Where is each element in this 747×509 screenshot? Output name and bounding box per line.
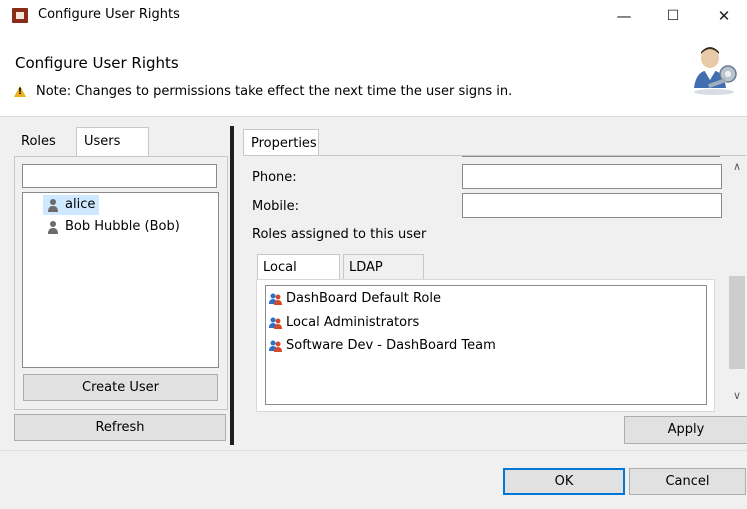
list-item-user-bob[interactable]: Bob Hubble (Bob) (43, 217, 184, 237)
list-item-role[interactable]: Software Dev - DashBoard Team (268, 336, 496, 356)
create-user-button[interactable]: Create User (23, 374, 218, 401)
window-title: Configure User Rights (38, 7, 180, 22)
app-icon (12, 8, 28, 23)
roles-assigned-label: Roles assigned to this user (252, 227, 427, 242)
role-label: Local Administrators (286, 315, 420, 330)
panel-splitter[interactable] (230, 126, 234, 445)
mobile-field[interactable] (462, 193, 722, 218)
user-key-icon (694, 47, 737, 95)
user-icon (48, 199, 58, 212)
warning-icon (14, 86, 26, 97)
dialog-header (0, 32, 747, 117)
apply-button[interactable]: Apply (624, 416, 747, 444)
list-item-role[interactable]: DashBoard Default Role (268, 289, 441, 309)
tab-ldap-roles[interactable]: LDAP Roles (343, 254, 424, 300)
tab-users[interactable]: Users (76, 127, 149, 157)
user-label: Bob Hubble (Bob) (65, 219, 180, 234)
tab-roles[interactable]: Roles (14, 128, 63, 156)
role-group-icon (269, 317, 282, 329)
user-icon (48, 221, 58, 234)
list-item-user-alice[interactable]: alice (43, 195, 100, 215)
left-tab-strip: Roles Users (14, 127, 227, 157)
tab-properties[interactable]: Properties (243, 129, 319, 156)
role-label: Software Dev - DashBoard Team (286, 338, 496, 353)
phone-field[interactable] (462, 164, 722, 189)
list-item-role[interactable]: Local Administrators (268, 313, 419, 333)
field-edge (462, 156, 720, 157)
role-group-icon (269, 340, 282, 352)
scroll-thumb[interactable] (729, 276, 745, 369)
mobile-label: Mobile: (252, 199, 300, 214)
role-label: DashBoard Default Role (286, 291, 441, 306)
scroll-down-icon[interactable]: ∨ (728, 389, 746, 407)
user-filter-input[interactable] (22, 164, 217, 188)
cancel-button[interactable]: Cancel (629, 468, 746, 495)
role-group-icon (269, 293, 282, 305)
tab-local-roles[interactable]: Local Roles (257, 254, 340, 300)
user-label: alice (65, 197, 96, 212)
phone-label: Phone: (252, 170, 297, 185)
ok-button[interactable]: OK (503, 468, 625, 495)
minimize-button[interactable]: — (601, 0, 647, 32)
dialog-title: Configure User Rights (15, 54, 179, 72)
close-button[interactable]: ✕ (701, 0, 747, 32)
maximize-button[interactable]: ☐ (650, 0, 696, 32)
scroll-up-icon[interactable]: ∧ (728, 160, 746, 178)
refresh-button[interactable]: Refresh (14, 414, 226, 441)
note-text: Note: Changes to permissions take effect… (36, 84, 513, 99)
